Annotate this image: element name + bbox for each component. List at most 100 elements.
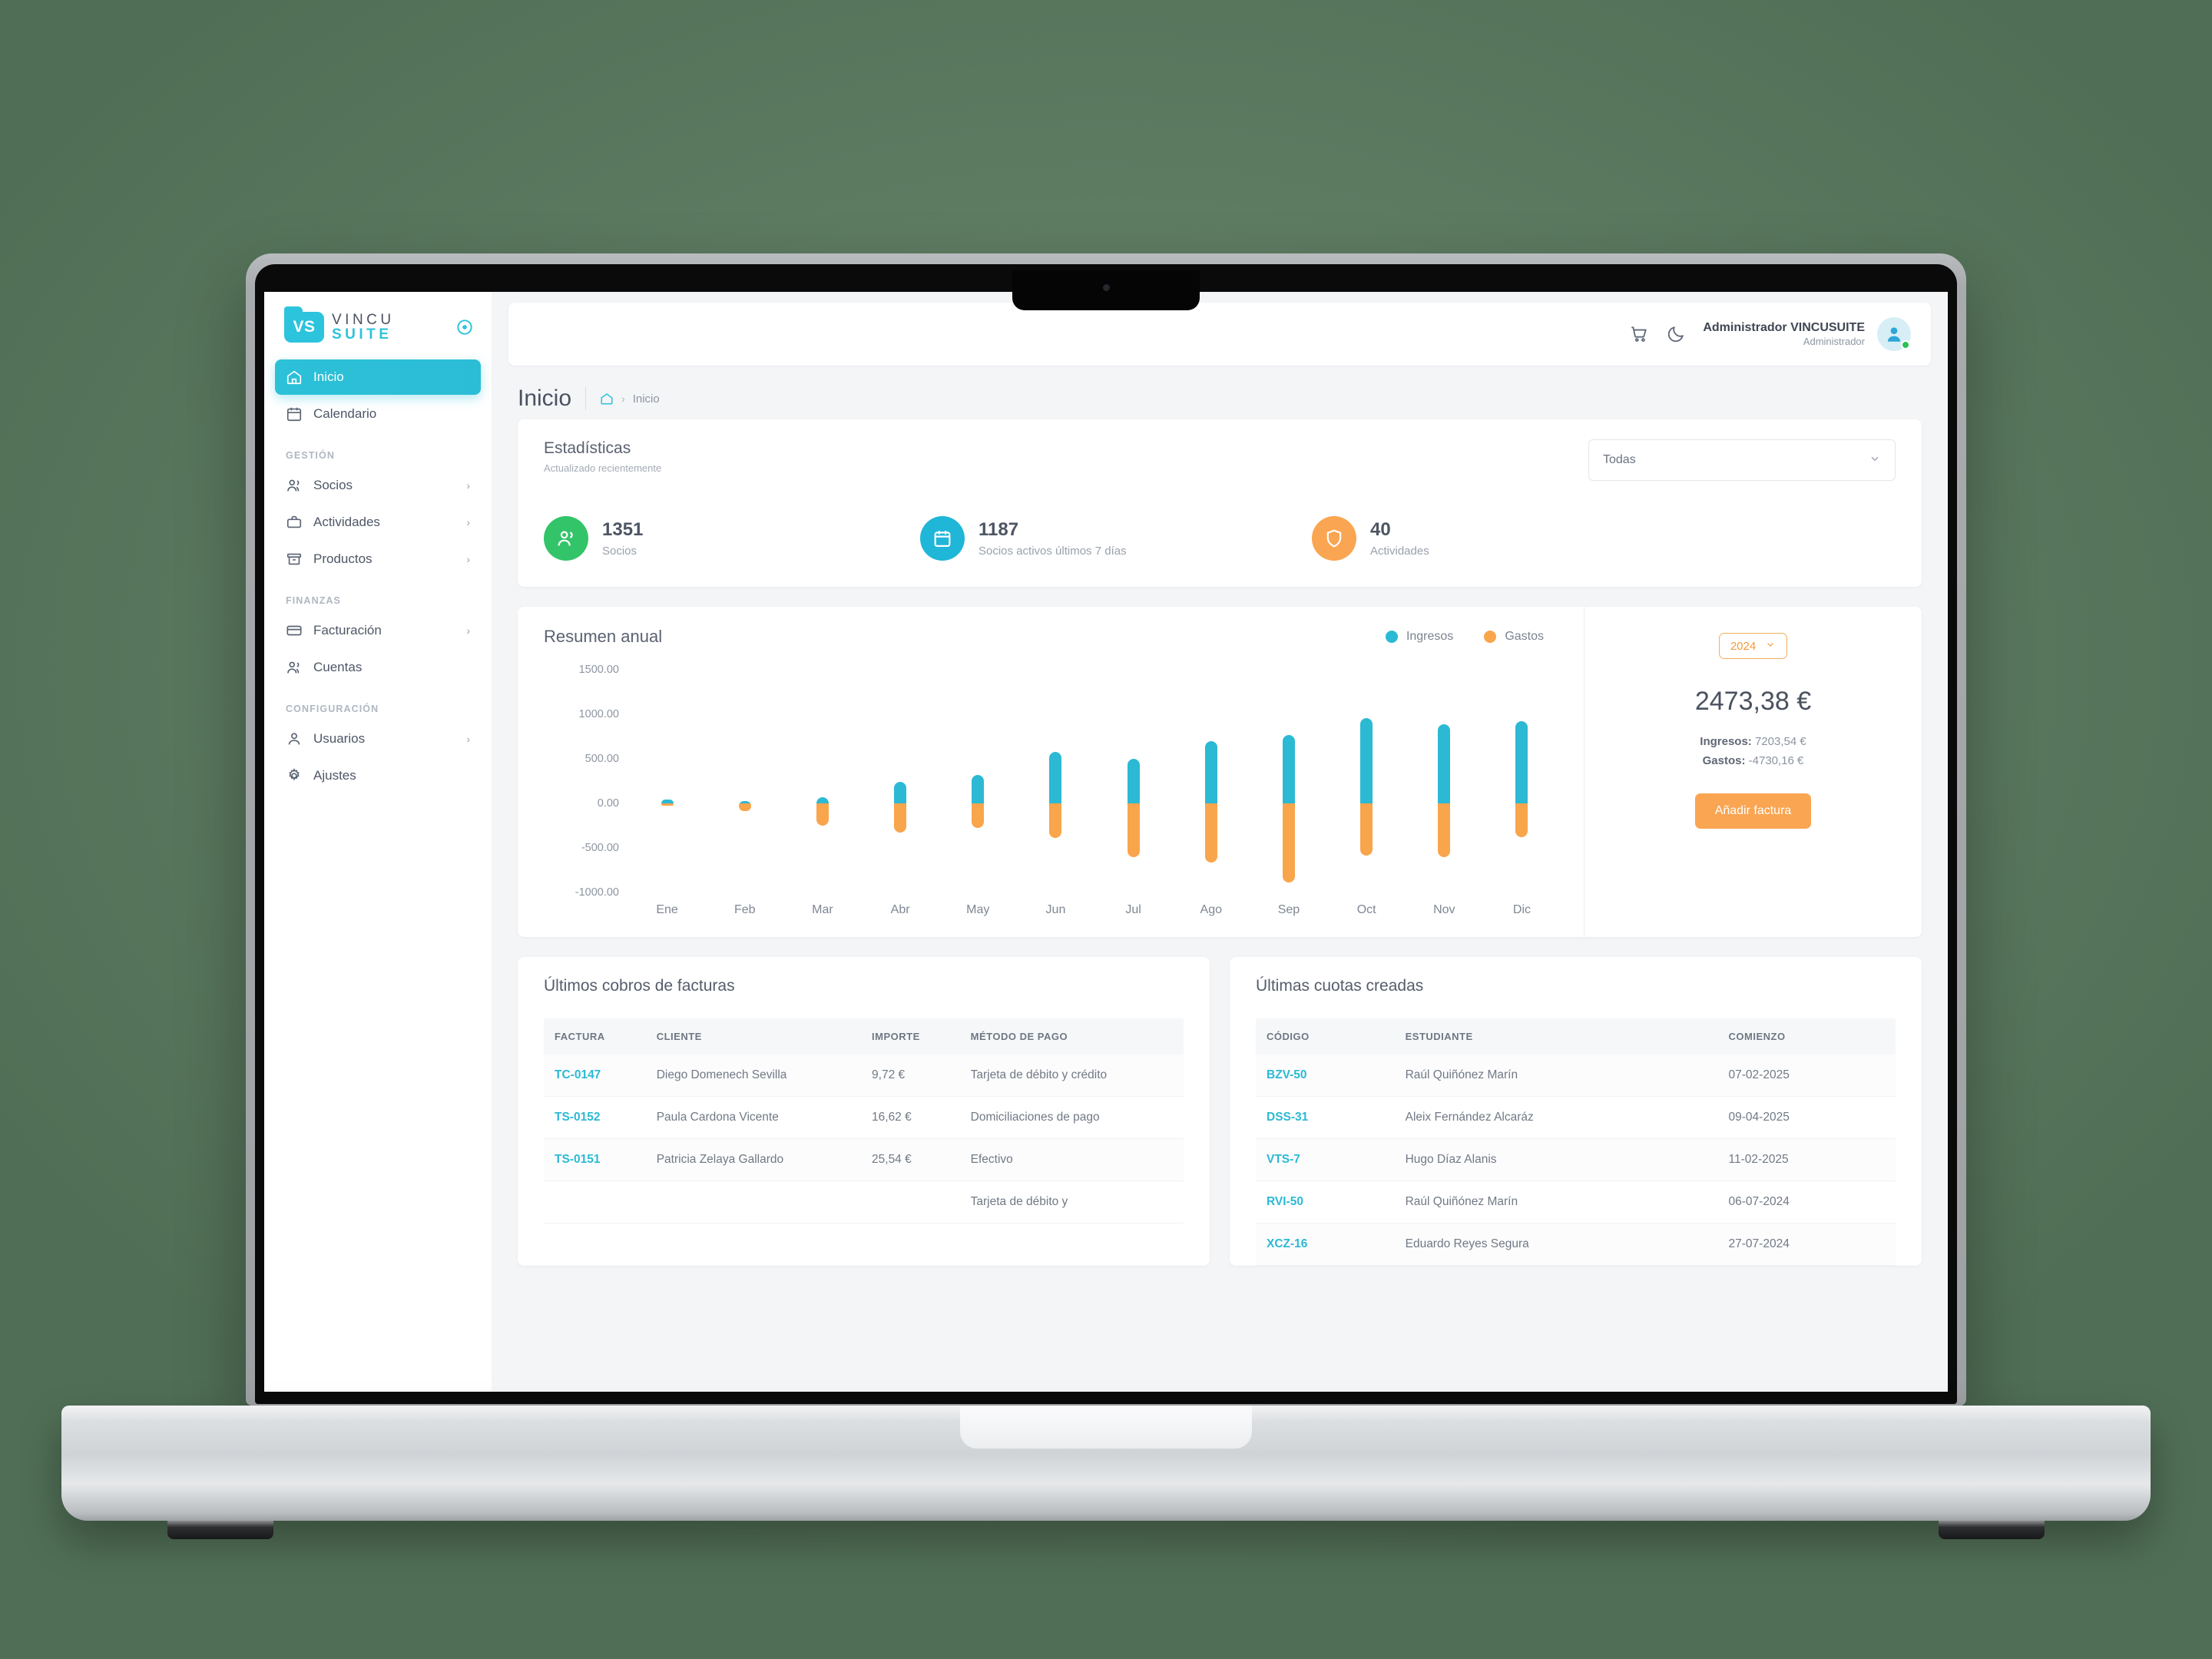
bar — [1127, 759, 1140, 857]
bar-column[interactable] — [862, 670, 939, 892]
bar — [1282, 734, 1295, 883]
cell-estudiante: Hugo Díaz Alanis — [1394, 1138, 1718, 1181]
online-status-dot — [1901, 340, 1910, 349]
logo-badge-icon: VS — [284, 306, 324, 343]
bar-column[interactable] — [706, 670, 783, 892]
sidebar-item-usuarios[interactable]: Usuarios › — [275, 721, 481, 757]
briefcase-icon — [286, 514, 303, 531]
sidebar-item-actividades[interactable]: Actividades › — [275, 505, 481, 540]
cart-icon[interactable] — [1629, 324, 1649, 344]
x-axis-label: Feb — [733, 903, 756, 916]
table-row[interactable]: TS-0151 Patricia Zelaya Gallardo 25,54 € Ef… — [544, 1138, 1184, 1181]
app-logo[interactable]: VS VINCU SUITE — [264, 292, 492, 359]
stat-value: 40 — [1370, 519, 1391, 541]
sidebar-item-socios[interactable]: Socios › — [275, 468, 481, 503]
cell-codigo[interactable]: XCZ-16 — [1256, 1223, 1395, 1266]
summary-expense: Gastos: -4730,16 € — [1703, 754, 1804, 767]
chart-title: Resumen anual — [544, 627, 663, 646]
bar-column[interactable] — [1406, 670, 1483, 892]
quotas-table: CÓDIGO ESTUDIANTE COMIENZO BZV-50 Raúl Quiñ… — [1256, 1018, 1896, 1266]
cell-estudiante: Aleix Fernández Alcaráz — [1394, 1096, 1718, 1139]
target-circle-icon[interactable] — [455, 317, 475, 337]
cell-comienzo: 07-02-2025 — [1717, 1055, 1896, 1097]
legend-item-gastos[interactable]: Gastos — [1484, 630, 1544, 644]
summary-total: 2473,38 € — [1694, 687, 1812, 716]
avatar[interactable] — [1877, 317, 1911, 351]
moon-icon[interactable] — [1666, 324, 1686, 344]
y-axis-tick: 1500.00 — [578, 664, 619, 676]
bar — [816, 796, 829, 826]
table-row[interactable]: RVI-50 Raúl Quiñónez Marín 06-07-2024 — [1256, 1181, 1896, 1224]
table-row[interactable]: VTS-7 Hugo Díaz Alanis 11-02-2025 — [1256, 1138, 1896, 1181]
sidebar-item-productos[interactable]: Productos › — [275, 541, 481, 577]
chart-legend: Ingresos Gastos — [1385, 630, 1561, 644]
y-axis-tick: 500.00 — [584, 753, 619, 765]
bar-column[interactable] — [1250, 670, 1327, 892]
breadcrumb-current[interactable]: Inicio — [633, 392, 660, 406]
cell-factura[interactable] — [544, 1181, 646, 1224]
sidebar-item-cuentas[interactable]: Cuentas — [275, 650, 481, 685]
sidebar-item-ajustes[interactable]: Ajustes — [275, 758, 481, 793]
statistics-card: Estadísticas Actualizado recientemente T… — [518, 419, 1922, 587]
user-info[interactable]: Administrador VINCUSUITE Administrador — [1703, 320, 1865, 348]
cell-codigo[interactable]: VTS-7 — [1256, 1138, 1395, 1181]
x-axis-label: Abr — [890, 903, 910, 916]
statistics-filter-select[interactable]: Todas — [1588, 439, 1896, 481]
table-row[interactable]: TC-0147 Diego Domenech Sevilla 9,72 € Tarje… — [544, 1055, 1184, 1097]
shield-icon — [1312, 516, 1356, 561]
cell-factura[interactable]: TS-0152 — [544, 1096, 646, 1139]
cell-factura[interactable]: TC-0147 — [544, 1055, 646, 1097]
summary-income: Ingresos: 7203,54 € — [1700, 735, 1806, 748]
table-row[interactable]: BZV-50 Raúl Quiñónez Marín 07-02-2025 — [1256, 1055, 1896, 1097]
bar — [1360, 717, 1373, 856]
sidebar-item-label: Inicio — [313, 369, 344, 384]
y-axis-tick: -1000.00 — [575, 886, 619, 899]
legend-item-ingresos[interactable]: Ingresos — [1385, 630, 1453, 644]
bar-segment-gastos — [1515, 803, 1528, 838]
cell-codigo[interactable]: DSS-31 — [1256, 1096, 1395, 1139]
bar-segment-gastos — [816, 803, 829, 826]
statistics-title: Estadísticas — [544, 439, 631, 457]
cell-codigo[interactable]: RVI-50 — [1256, 1181, 1395, 1224]
bar-segment-gastos — [972, 803, 985, 829]
bar-segment-ingresos — [1360, 717, 1373, 803]
bar-segment-ingresos — [1127, 759, 1140, 803]
table-header-row: CÓDIGO ESTUDIANTE COMIENZO — [1256, 1018, 1896, 1055]
sidebar-item-label: Actividades — [313, 515, 380, 529]
bar-column[interactable] — [1328, 670, 1406, 892]
table-row[interactable]: XCZ-16 Eduardo Reyes Segura 27-07-2024 — [1256, 1223, 1896, 1266]
column-header: FACTURA — [544, 1018, 646, 1055]
quotas-card: Últimas cuotas creadas CÓDIGO ESTUDIANTE C… — [1230, 957, 1922, 1266]
sidebar-section-configuracion: CONFIGURACIÓN — [286, 704, 379, 714]
add-invoice-button[interactable]: Añadir factura — [1694, 793, 1812, 829]
bar-column[interactable] — [939, 670, 1017, 892]
bar-column[interactable] — [628, 670, 706, 892]
statistics-subtitle: Actualizado recientemente — [544, 462, 662, 474]
year-selector[interactable]: 2024 — [1718, 633, 1788, 659]
sidebar-item-facturacion[interactable]: Facturación › — [275, 613, 481, 648]
table-row[interactable]: Tarjeta de débito y — [544, 1181, 1184, 1224]
sidebar-item-calendario[interactable]: Calendario — [275, 396, 481, 432]
x-axis-label: Mar — [812, 903, 833, 916]
bar-column[interactable] — [1094, 670, 1172, 892]
bar-column[interactable] — [783, 670, 861, 892]
bar-column[interactable] — [1017, 670, 1094, 892]
table-header-row: FACTURA CLIENTE IMPORTE MÉTODO DE PAGO — [544, 1018, 1184, 1055]
sidebar-section-gestion: GESTIÓN — [286, 450, 335, 461]
cell-factura[interactable]: TS-0151 — [544, 1138, 646, 1181]
bar-column[interactable] — [1483, 670, 1561, 892]
home-icon[interactable] — [600, 392, 614, 406]
bottom-tables: Últimos cobros de facturas FACTURA CLIENT… — [518, 957, 1922, 1266]
sidebar-item-inicio[interactable]: Inicio — [275, 359, 481, 395]
cell-codigo[interactable]: BZV-50 — [1256, 1055, 1395, 1097]
table-row[interactable]: DSS-31 Aleix Fernández Alcaráz 09-04-2025 — [1256, 1096, 1896, 1139]
x-axis-label: Dic — [1512, 903, 1532, 916]
bar-segment-gastos — [1360, 803, 1373, 856]
summary-income-value: 7203,54 € — [1754, 735, 1806, 748]
column-header: CÓDIGO — [1256, 1018, 1395, 1055]
bar-column[interactable] — [1172, 670, 1250, 892]
statistics-header: Estadísticas Actualizado recientemente T… — [544, 439, 1896, 481]
x-axis-label: Jul — [1125, 903, 1141, 916]
bar-segment-gastos — [1438, 803, 1451, 857]
table-row[interactable]: TS-0152 Paula Cardona Vicente 16,62 € Domic… — [544, 1096, 1184, 1139]
